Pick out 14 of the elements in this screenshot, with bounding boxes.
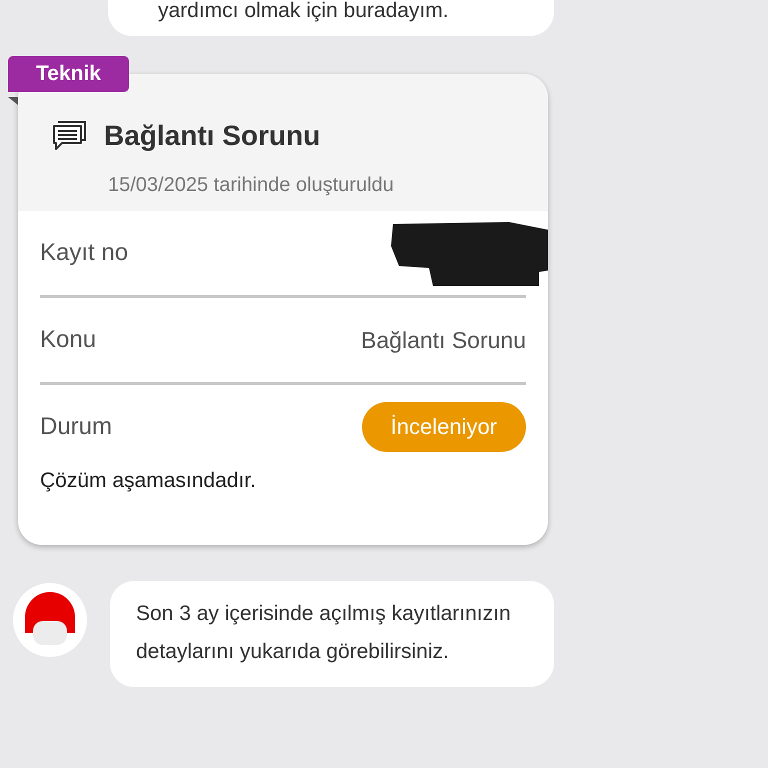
field-label: Kayıt no: [40, 239, 128, 267]
tag-fold-icon: [8, 97, 18, 105]
chat-icon: [52, 120, 88, 152]
field-label: Konu: [40, 326, 96, 354]
ticket-title: Bağlantı Sorunu: [104, 120, 320, 152]
message-text: Son 3 ay içerisinde açılmış kayıtlarınızın detaylarını yukarıda görebilirsiniz.: [136, 601, 512, 665]
created-date: 15/03/2025 tarihinde oluşturuldu: [108, 174, 395, 197]
category-tag: Teknik: [8, 56, 129, 92]
field-value: Bağlantı Sorunu: [361, 326, 526, 354]
avatar-icon: [13, 583, 87, 657]
field-label: Durum: [40, 413, 112, 441]
message-text: yardımcı olmak için buradayım.: [158, 0, 449, 22]
status-badge: İnceleniyor: [362, 402, 526, 452]
status-note: Çözüm aşamasındadır.: [40, 469, 257, 493]
